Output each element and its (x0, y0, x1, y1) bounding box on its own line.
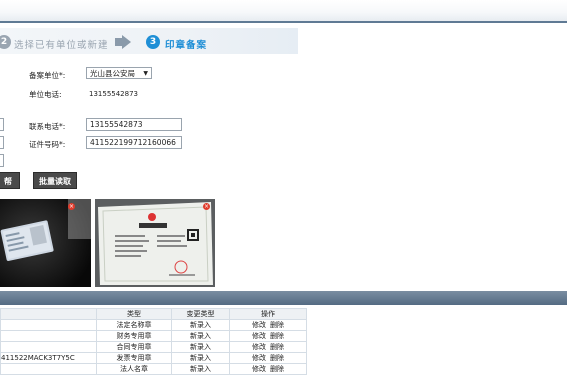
type-cell: 法人名章 (96, 363, 172, 375)
type-cell: 法定名称章 (96, 319, 172, 331)
actions-cell: 修改 删除 (229, 363, 307, 375)
batch-read-button[interactable]: 批量读取 (33, 172, 77, 189)
left-field-edge[interactable] (0, 136, 4, 149)
change-type-cell: 新录入 (171, 319, 230, 331)
delete-link[interactable]: 删除 (270, 343, 284, 351)
delete-link[interactable]: 删除 (270, 354, 284, 362)
seal-list-header-bar (0, 291, 567, 305)
unit-label: 备案单位*: (29, 71, 66, 80)
delete-photo-icon[interactable]: × (68, 203, 75, 210)
unit-phone-label: 单位电话: (29, 90, 62, 99)
delete-photo-icon[interactable]: × (203, 203, 210, 210)
unit-select-value: 光山县公安局 (90, 69, 135, 78)
change-type-cell: 新录入 (171, 363, 230, 375)
column-header-change-type: 变更类型 (171, 308, 230, 320)
table-row: 411522MACK3T7Y5C 发票专用章 新录入 修改 删除 (0, 352, 307, 364)
chevron-down-icon: ▼ (143, 70, 148, 77)
table-row: 法定名称章 新录入 修改 删除 (0, 319, 307, 331)
edit-link[interactable]: 修改 (252, 365, 266, 373)
contact-phone-input[interactable]: 13155542873 (86, 118, 182, 131)
business-license-photo[interactable]: × (95, 199, 215, 287)
code-cell (0, 319, 97, 331)
code-cell (0, 330, 97, 342)
change-type-cell: 新录入 (171, 352, 230, 364)
table-row: 财务专用章 新录入 修改 删除 (0, 330, 307, 342)
type-cell: 发票专用章 (96, 352, 172, 364)
read-card-button[interactable]: 帮 (0, 172, 20, 189)
delete-link[interactable]: 删除 (270, 365, 284, 373)
left-field-edge[interactable] (0, 154, 4, 167)
delete-link[interactable]: 删除 (270, 332, 284, 340)
table-header-row: 类型 变更类型 操作 (0, 308, 307, 320)
table-row: 法人名章 新录入 修改 删除 (0, 363, 307, 375)
code-cell (0, 363, 97, 375)
edit-link[interactable]: 修改 (252, 332, 266, 340)
actions-cell: 修改 删除 (229, 341, 307, 353)
table-row: 合同专用章 新录入 修改 删除 (0, 341, 307, 353)
delete-link[interactable]: 删除 (270, 321, 284, 329)
type-cell: 财务专用章 (96, 330, 172, 342)
left-field-edge[interactable] (0, 118, 4, 131)
id-number-input[interactable]: 411522199712160066 (86, 136, 182, 149)
column-header-actions: 操作 (229, 308, 307, 320)
unit-phone-value: 13155542873 (89, 90, 138, 98)
seal-table: 类型 变更类型 操作 法定名称章 新录入 修改 删除 财务专用章 新录入 修改 删除… (0, 308, 307, 375)
type-cell: 合同专用章 (96, 341, 172, 353)
business-license-image (95, 199, 215, 287)
unit-select[interactable]: 光山县公安局 ▼ (86, 67, 152, 79)
edit-link[interactable]: 修改 (252, 321, 266, 329)
id-number-label: 证件号码*: (29, 140, 66, 149)
code-cell: 411522MACK3T7Y5C (0, 352, 97, 364)
contact-phone-label: 联系电话*: (29, 122, 66, 131)
change-type-cell: 新录入 (171, 330, 230, 342)
id-card-photo-image (0, 199, 91, 287)
top-header-bar (0, 0, 567, 23)
edit-link[interactable]: 修改 (252, 343, 266, 351)
column-header (0, 308, 97, 320)
actions-cell: 修改 删除 (229, 352, 307, 364)
code-cell (0, 341, 97, 353)
edit-link[interactable]: 修改 (252, 354, 266, 362)
step-arrow-icon (122, 35, 131, 49)
step-2-label: 选择已有单位或新建 (14, 40, 109, 51)
actions-cell: 修改 删除 (229, 330, 307, 342)
change-type-cell: 新录入 (171, 341, 230, 353)
step-3-label: 印章备案 (165, 40, 208, 51)
id-card-photo[interactable]: × (0, 199, 91, 287)
actions-cell: 修改 删除 (229, 319, 307, 331)
column-header-type: 类型 (96, 308, 172, 320)
step-3-number: 3 (146, 35, 160, 49)
